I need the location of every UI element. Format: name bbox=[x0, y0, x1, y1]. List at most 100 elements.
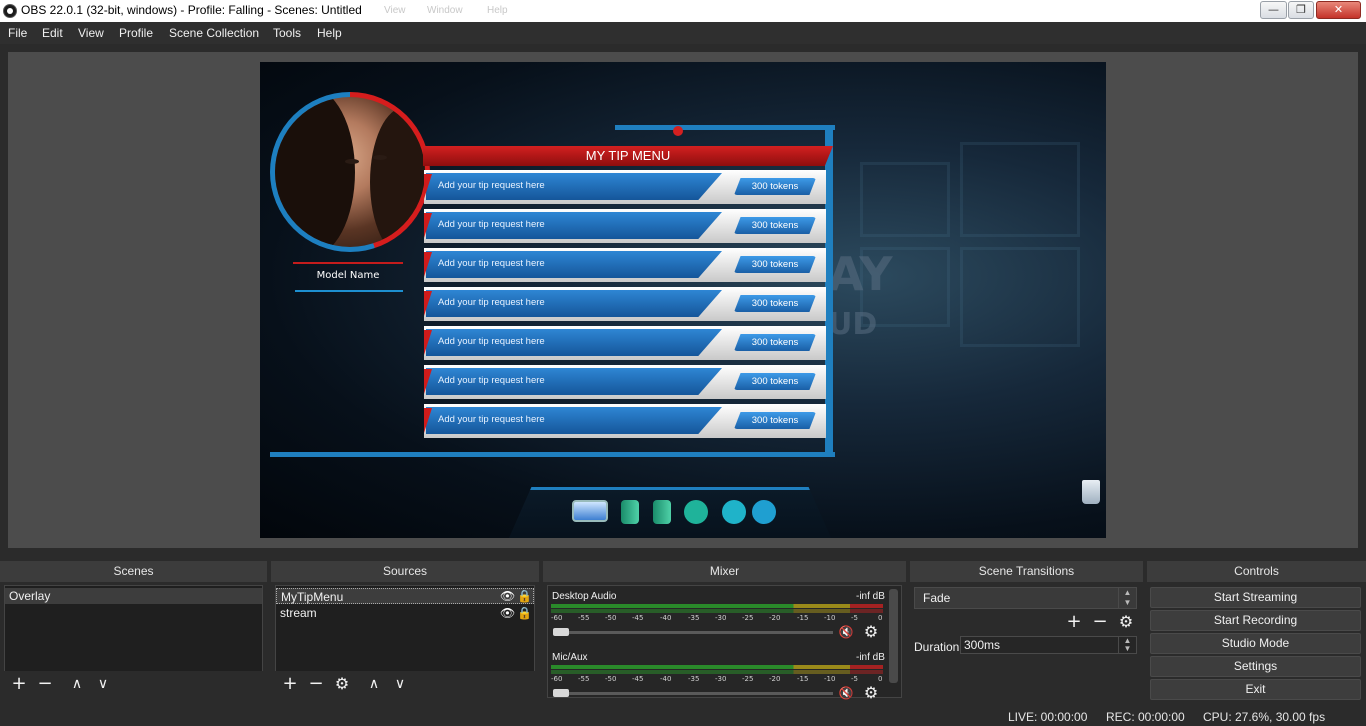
remove-scene-button[interactable]: − bbox=[35, 674, 55, 694]
mic-aux-db: -inf dB bbox=[856, 652, 885, 663]
mic-aux-meter bbox=[551, 670, 883, 674]
tip-row: Add your tip request here 300 tokens bbox=[424, 326, 826, 360]
title-bar: OBS 22.0.1 (32-bit, windows) - Profile: … bbox=[0, 0, 1366, 22]
mic-aux-mute-icon[interactable]: 🔇 bbox=[838, 686, 854, 700]
chevron-updown-icon[interactable]: ▲ ▼ bbox=[1118, 637, 1136, 653]
red-light-icon bbox=[673, 126, 683, 136]
menu-view[interactable]: View bbox=[78, 26, 104, 40]
desktop-audio-volume-slider[interactable] bbox=[553, 631, 833, 634]
scene-transitions-header: Scene Transitions bbox=[910, 561, 1143, 582]
windows-logo-pane bbox=[960, 247, 1080, 347]
duration-label: Duration bbox=[914, 640, 960, 654]
mixer-header: Mixer bbox=[543, 561, 906, 582]
model-avatar-frame bbox=[270, 92, 430, 252]
tip-row: Add your tip request here 300 tokens bbox=[424, 248, 826, 282]
background-text: AY bbox=[828, 247, 893, 301]
tip-row: Add your tip request here 300 tokens bbox=[424, 209, 826, 243]
remove-transition-button[interactable]: − bbox=[1090, 612, 1110, 632]
obs-logo-icon bbox=[3, 4, 17, 18]
menu-profile[interactable]: Profile bbox=[119, 26, 153, 40]
move-source-up-button[interactable]: ∧ bbox=[364, 674, 384, 694]
background-text: UD bbox=[828, 307, 878, 342]
add-source-button[interactable]: + bbox=[280, 674, 300, 694]
mic-aux-label: Mic/Aux bbox=[552, 652, 588, 663]
menu-bar: File Edit View Profile Scene Collection … bbox=[0, 22, 1366, 44]
transition-select-value: Fade bbox=[923, 591, 951, 605]
desktop-audio-mute-icon[interactable]: 🔇 bbox=[838, 625, 854, 639]
frame-line bbox=[270, 452, 835, 457]
unlocked-lock-icon[interactable]: 🔒 bbox=[517, 590, 532, 602]
live-status: LIVE: 00:00:00 bbox=[1008, 710, 1088, 724]
ghost-menu-view: View bbox=[384, 5, 406, 16]
chevron-updown-icon: ▲ ▼ bbox=[1118, 588, 1136, 608]
tip-row: Add your tip request here 300 tokens bbox=[424, 404, 826, 438]
locked-lock-icon[interactable]: 🔒 bbox=[517, 607, 532, 619]
desktop-audio-volume-handle[interactable] bbox=[553, 628, 569, 636]
ghost-menu-window: Window bbox=[427, 5, 463, 16]
desktop-audio-meter bbox=[551, 609, 883, 613]
add-scene-button[interactable]: + bbox=[9, 674, 29, 694]
desktop-audio-gear-icon[interactable]: ⚙ bbox=[862, 623, 880, 641]
preview-canvas[interactable]: AY UD Model Name MY TIP MENU Add your ti… bbox=[260, 62, 1106, 538]
rec-status: REC: 00:00:00 bbox=[1106, 710, 1185, 724]
controls-header: Controls bbox=[1147, 561, 1366, 582]
studio-mode-button[interactable]: Studio Mode bbox=[1150, 633, 1361, 654]
tip-row: Add your tip request here 300 tokens bbox=[424, 170, 826, 204]
menu-tools[interactable]: Tools bbox=[273, 26, 301, 40]
mic-aux-gear-icon[interactable]: ⚙ bbox=[862, 684, 880, 702]
maximize-button[interactable]: ❐ bbox=[1288, 1, 1314, 19]
minimize-button[interactable]: — bbox=[1260, 1, 1287, 19]
window-title: OBS 22.0.1 (32-bit, windows) - Profile: … bbox=[21, 3, 362, 17]
visibility-eye-icon[interactable]: 👁 bbox=[500, 607, 515, 619]
move-scene-up-button[interactable]: ∧ bbox=[67, 674, 87, 694]
model-photo bbox=[275, 97, 425, 247]
tip-row: Add your tip request here 300 tokens bbox=[424, 287, 826, 321]
close-button[interactable]: ✕ bbox=[1316, 1, 1361, 19]
source-properties-gear-icon[interactable]: ⚙ bbox=[332, 674, 352, 694]
scene-item-overlay[interactable]: Overlay bbox=[5, 588, 262, 604]
document-icon bbox=[722, 500, 746, 524]
frame-line bbox=[615, 125, 835, 130]
mixer-scrollbar[interactable] bbox=[889, 589, 898, 683]
start-recording-button[interactable]: Start Recording bbox=[1150, 610, 1361, 631]
scenes-header: Scenes bbox=[0, 561, 267, 582]
source-item-mytipmenu[interactable]: MyTipMenu bbox=[276, 588, 534, 604]
menu-file[interactable]: File bbox=[8, 26, 27, 40]
add-transition-button[interactable]: + bbox=[1064, 612, 1084, 632]
recycle-bin-icon bbox=[1082, 480, 1100, 504]
ghost-menu-help: Help bbox=[487, 5, 508, 16]
desktop-audio-db: -inf dB bbox=[856, 591, 885, 602]
desktop-audio-label: Desktop Audio bbox=[552, 591, 617, 602]
transition-properties-gear-icon[interactable]: ⚙ bbox=[1116, 612, 1136, 632]
settings-button[interactable]: Settings bbox=[1150, 656, 1361, 677]
menu-scene-collection[interactable]: Scene Collection bbox=[169, 26, 259, 40]
exit-button[interactable]: Exit bbox=[1150, 679, 1361, 700]
chrome-icon bbox=[752, 500, 776, 524]
monitor-icon bbox=[572, 500, 608, 522]
menu-edit[interactable]: Edit bbox=[42, 26, 63, 40]
desktop-audio-meter bbox=[551, 604, 883, 608]
duration-spinbox[interactable]: 300ms ▲ ▼ bbox=[960, 636, 1137, 654]
windows-logo-pane bbox=[860, 162, 950, 237]
frame-line bbox=[825, 125, 833, 455]
duration-value: 300ms bbox=[964, 638, 1001, 652]
book-icon bbox=[621, 500, 639, 524]
model-name-label: Model Name bbox=[293, 262, 403, 292]
move-source-down-button[interactable]: ∨ bbox=[390, 674, 410, 694]
mic-aux-volume-slider[interactable] bbox=[553, 692, 833, 695]
sources-header: Sources bbox=[271, 561, 539, 582]
mic-aux-volume-handle[interactable] bbox=[553, 689, 569, 697]
start-streaming-button[interactable]: Start Streaming bbox=[1150, 587, 1361, 608]
headphones-icon bbox=[684, 500, 708, 524]
book-icon bbox=[653, 500, 671, 524]
remove-source-button[interactable]: − bbox=[306, 674, 326, 694]
visibility-eye-icon[interactable]: 👁 bbox=[500, 590, 515, 602]
transition-select[interactable]: Fade ▲ ▼ bbox=[914, 587, 1137, 609]
windows-logo-pane bbox=[960, 142, 1080, 237]
menu-help[interactable]: Help bbox=[317, 26, 342, 40]
move-scene-down-button[interactable]: ∨ bbox=[93, 674, 113, 694]
tip-menu-title: MY TIP MENU bbox=[423, 146, 833, 166]
cpu-status: CPU: 27.6%, 30.00 fps bbox=[1203, 710, 1326, 724]
mic-aux-meter bbox=[551, 665, 883, 669]
source-item-stream[interactable]: stream bbox=[276, 605, 534, 621]
